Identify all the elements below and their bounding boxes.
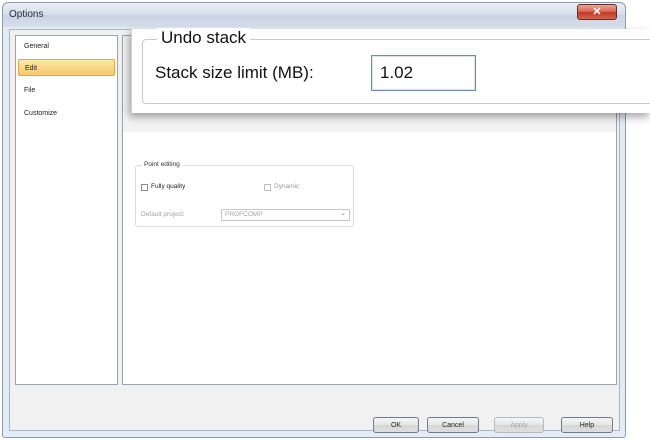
default-project-label: Default project: [141,211,185,218]
close-button[interactable]: ✕ [577,4,617,20]
chevron-down-icon: ⌄ [340,210,346,217]
undo-stack-legend: Undo stack [157,28,251,48]
title-bar[interactable]: Options ✕ [3,3,625,27]
stack-size-value: 1.02 [380,63,414,82]
point-editing-group: Point editing Fully quality Dynamic Defa… [135,161,354,227]
sidebar-item-label: Customize [24,110,58,117]
button-bar: OK Cancel Apply Help [10,386,619,433]
sidebar-item-general[interactable]: General [18,38,115,55]
point-editing-legend: Point editing [142,161,182,168]
apply-button[interactable]: Apply [494,417,544,433]
stack-size-input[interactable]: 1.02 [371,55,476,91]
sidebar-item-label: File [24,87,36,94]
sidebar-item-label: Edit [25,65,38,72]
cancel-button[interactable]: Cancel [427,417,479,433]
default-project-select[interactable]: PROFCOMP ⌄ [221,209,350,221]
dynamic-label: Dynamic [274,183,300,190]
undo-stack-magnified: Undo stack Stack size limit (MB): 1.02 [131,28,650,113]
fully-quality-checkbox[interactable] [141,184,148,191]
default-project-value: PROFCOMP [225,211,263,218]
sidebar-item-customize[interactable]: Customize [18,105,115,122]
fully-quality-label: Fully quality [151,183,186,190]
dynamic-checkbox[interactable] [264,184,271,191]
undo-stack-group: Undo stack Stack size limit (MB): 1.02 [142,28,650,104]
close-icon: ✕ [592,6,602,18]
sidebar-item-label: General [24,43,49,50]
ok-button[interactable]: OK [373,417,419,433]
category-list: General Edit File Customize [15,35,118,385]
window-title: Options [9,9,44,20]
sidebar-item-edit[interactable]: Edit [18,59,115,76]
sidebar-item-file[interactable]: File [18,82,115,99]
stack-size-label: Stack size limit (MB): [155,63,314,82]
help-button[interactable]: Help [561,417,613,433]
